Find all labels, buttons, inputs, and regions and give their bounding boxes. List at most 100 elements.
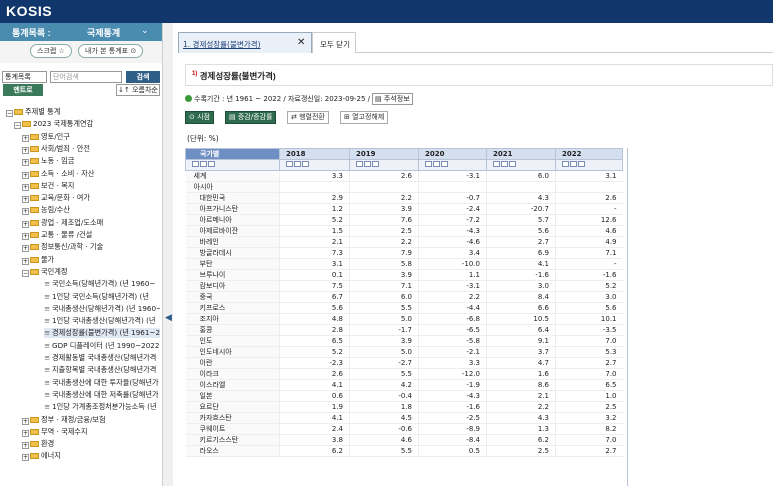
collapse-icon[interactable]: − (6, 110, 13, 117)
tree-folder-item[interactable]: + 보건 · 복지 (22, 181, 160, 191)
column-sort-controls[interactable] (279, 159, 350, 171)
expand-icon[interactable]: + (22, 134, 29, 142)
tree-folder-item[interactable]: + 소득 · 소비 · 자산 (22, 169, 160, 179)
expand-icon[interactable]: + (22, 257, 29, 265)
tree-item-label: 국민계정 (41, 266, 68, 276)
category-selector[interactable]: 국제통계 (87, 26, 120, 39)
collapse-arrow-icon[interactable]: ◀ (165, 313, 172, 323)
country-column-header[interactable]: 국가별 (185, 148, 280, 160)
column-sort-controls[interactable] (555, 159, 623, 171)
search-button[interactable]: 검색 (126, 71, 160, 83)
search-scope-select[interactable]: 통계목록 (2, 71, 47, 83)
expand-icon[interactable]: + (22, 442, 29, 450)
column-sort-controls[interactable] (486, 159, 556, 171)
tree-folder-item[interactable]: − 2023 국제통계연감 (14, 119, 160, 130)
collapse-icon[interactable]: − (22, 269, 29, 277)
table-row: 조지아 4.8 5.0 -6.8 10.5 10.1 (185, 313, 623, 325)
expand-icon[interactable]: + (22, 454, 29, 462)
value-cell: 6.9 (486, 247, 556, 259)
pivot-button[interactable]: ⇄ 행렬전환 (287, 111, 329, 124)
tree-folder-item[interactable]: − 국민계정 (22, 267, 160, 277)
table-row: 쿠웨이트 2.4 -0.6 -8.9 1.3 8.2 (185, 423, 623, 435)
country-cell: 라오스 (185, 445, 280, 457)
tree-folder-item[interactable]: + 영토/인구 (22, 132, 160, 142)
tab-label[interactable]: 1. 경제성장률(불변가격) (183, 39, 261, 50)
year-column-header[interactable]: 2021 (486, 148, 556, 160)
country-cell: 방글라데시 (185, 247, 280, 259)
table-doc-icon: ≡ (44, 365, 51, 375)
year-column-header[interactable]: 2018 (279, 148, 350, 160)
value-cell (418, 181, 487, 193)
expand-icon[interactable]: + (22, 429, 29, 437)
chevron-down-icon[interactable]: ⌄ (141, 26, 149, 36)
menu-button[interactable]: 멘트로 (3, 84, 43, 96)
expand-icon[interactable]: + (22, 417, 29, 425)
value-cell: 8.2 (555, 423, 623, 435)
unfix-column-button[interactable]: ⊞ 열고정해제 (340, 111, 389, 124)
tree-folder-item[interactable]: + 사회/범죄 · 안전 (22, 144, 160, 154)
column-sort-controls[interactable] (349, 159, 419, 171)
tree-table-item[interactable]: ≡ 지출항목별 국내총생산(당해년가격 (44, 365, 160, 375)
tree-table-item[interactable]: ≡ 1인당 가계총조정처분가능소득 (년 (44, 402, 160, 412)
year-column-header[interactable]: 2019 (349, 148, 419, 160)
tree-folder-item[interactable]: + 무역 · 국제수지 (22, 427, 160, 437)
expand-icon[interactable]: + (22, 171, 29, 179)
year-column-header[interactable]: 2022 (555, 148, 623, 160)
table-doc-icon: ≡ (44, 353, 51, 362)
tree-folder-item[interactable]: − 주제별 통계 (6, 107, 160, 117)
tree-folder-item[interactable]: + 광업 · 제조업/도소매 (22, 218, 160, 228)
tree-folder-item[interactable]: + 교육/문화 · 여가 (22, 193, 160, 204)
tree-folder-item[interactable]: + 정보통신/과학 · 기술 (22, 242, 160, 253)
tree-folder-item[interactable]: + 에너지 (22, 451, 160, 462)
value-cell: 6.5 (279, 335, 350, 347)
expand-icon[interactable]: + (22, 233, 29, 240)
column-sort-controls[interactable] (418, 159, 487, 171)
kosis-logo[interactable]: KOSIS (6, 3, 52, 19)
expand-icon[interactable]: + (22, 208, 29, 216)
tree-table-item[interactable]: ≡ 경제성장률(불변가격) (년 1961~20 (44, 328, 160, 339)
value-cell: 5.5 (349, 302, 419, 314)
table-row: 요르단 1.9 1.8 -1.6 2.2 2.5 (185, 401, 623, 413)
tree-folder-item[interactable]: + 물가 (22, 255, 160, 265)
tree-table-item[interactable]: ≡ 국내총생산에 대한 저축률(당해년가 (44, 390, 160, 400)
footnote-marker[interactable]: 1) (192, 71, 197, 77)
expand-icon[interactable]: + (22, 220, 29, 228)
tree-folder-item[interactable]: + 농림/수산 (22, 205, 160, 216)
tree-folder-item[interactable]: + 환경 (22, 439, 160, 450)
value-cell: 2.4 (279, 423, 350, 435)
expand-icon[interactable]: + (22, 146, 29, 154)
tree-table-item[interactable]: ≡ 경제활동별 국내총생산(당해년가격 (44, 353, 160, 363)
expand-icon[interactable]: + (22, 245, 29, 253)
tree-table-item[interactable]: ≡ 국민소득(당해년가격) (년 1960~ (44, 279, 160, 289)
tab-growth-rate[interactable]: 1. 경제성장률(불변가격) ✕ (178, 32, 312, 53)
tree-folder-item[interactable]: + 노동 · 임금 (22, 156, 160, 167)
timepoint-button[interactable]: ⊙ 시점 (185, 111, 214, 124)
expand-icon[interactable]: + (22, 159, 29, 167)
note-info-button[interactable]: ▤ 주석정보 (372, 93, 413, 105)
expand-icon[interactable]: + (22, 196, 29, 204)
tree-table-item[interactable]: ≡ 국내총생산(당해년가격) (년 1960~ (44, 304, 160, 314)
close-all-tabs-button[interactable]: 모두 닫기 (312, 32, 356, 53)
year-column-header[interactable]: 2020 (418, 148, 487, 160)
close-icon[interactable]: ✕ (297, 37, 305, 48)
viewed-tables-button[interactable]: 내가 본 통계표 ⊙ (78, 44, 144, 58)
tree-table-item[interactable]: ≡ 국내총생산에 대한 투자율(당해년가 (44, 378, 160, 388)
scrap-button[interactable]: 스크랩 ☆ (30, 44, 72, 58)
tree-folder-item[interactable]: + 교통 · 물류 /건설 (22, 230, 160, 240)
tree-folder-item[interactable]: + 정부 · 재정/금융/보험 (22, 415, 160, 425)
tree-table-item[interactable]: ≡ 1인당 국민소득(당해년가격) (년 (44, 292, 160, 302)
value-cell: 7.3 (279, 247, 350, 259)
header-controls[interactable] (185, 159, 280, 171)
value-cell: 3.1 (279, 258, 350, 270)
sidebar-splitter[interactable]: ◀ (163, 23, 173, 486)
tree-table-item[interactable]: ≡ 1인당 국내총생산(당해년가격) (년 (44, 316, 160, 326)
value-cell: 5.6 (555, 302, 623, 314)
value-cell: 3.0 (486, 280, 556, 292)
tree-table-item[interactable]: ≡ GDP 디플레이터 (년 1990~2022) (44, 341, 160, 351)
sort-ascending-button[interactable]: ↓↑ 오름차순 (116, 84, 160, 96)
country-cell: 인도 (185, 335, 280, 347)
expand-icon[interactable]: + (22, 183, 29, 191)
collapse-icon[interactable]: − (14, 122, 21, 130)
search-input[interactable]: 단어검색 (50, 71, 122, 83)
change-rate-button[interactable]: ▤ 증감/증감률 (225, 111, 277, 124)
